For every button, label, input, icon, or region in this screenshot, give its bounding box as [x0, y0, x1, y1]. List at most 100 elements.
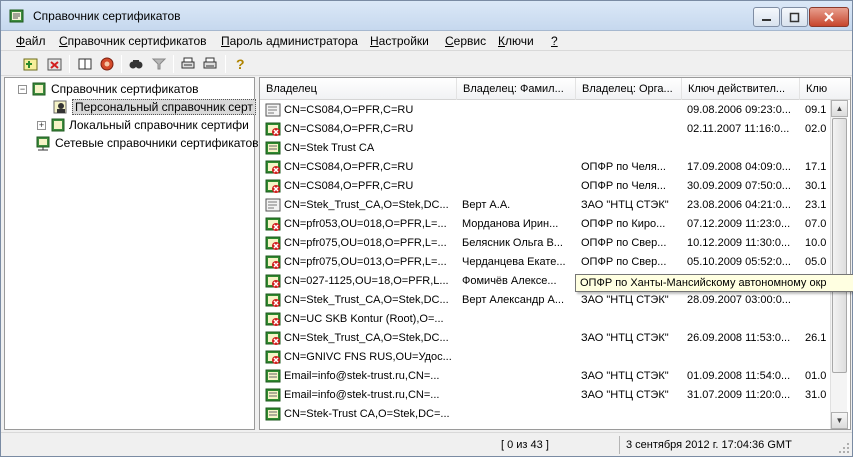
table-row[interactable]: CN=Stek_Trust_CA,O=Stek,DC... Верт Алекса…: [260, 291, 830, 310]
seal-button[interactable]: [97, 55, 117, 73]
column-key[interactable]: Клю: [800, 78, 850, 100]
book-button[interactable]: [75, 55, 95, 73]
cell-extra: 26.1: [805, 332, 827, 344]
print-list-icon: [203, 57, 217, 69]
cell-owner: CN=GNIVC FNS RUS,OU=Удос...: [284, 351, 452, 363]
tree-item-local[interactable]: + Локальный справочник сертифи: [37, 116, 249, 134]
maximize-button[interactable]: [781, 7, 808, 27]
print-button[interactable]: [178, 55, 198, 73]
tree-label-root: Справочник сертификатов: [51, 82, 199, 96]
resize-grip-icon[interactable]: [838, 442, 850, 454]
cell-valid: 10.12.2009 11:30:0...: [687, 237, 791, 249]
title-bar: Справочник сертификатов: [1, 1, 852, 31]
find-button[interactable]: [126, 55, 146, 73]
table-row[interactable]: CN=pfr053,OU=018,O=PFR,L=... Морданова Ир…: [260, 215, 830, 234]
cell-owner: CN=027-1125,OU=18,O=PFR,L...: [284, 275, 449, 287]
cell-org: ОПФР по Челя...: [581, 180, 666, 192]
minimize-button[interactable]: [753, 7, 780, 27]
column-owner[interactable]: Владелец: [260, 78, 457, 100]
add-certificate-button[interactable]: [21, 55, 41, 73]
cell-owner: CN=Stek-Trust CA,O=Stek,DC=...: [284, 408, 450, 420]
maximize-icon: [789, 12, 800, 22]
table-row[interactable]: CN=CS084,O=PFR,C=RU 09.08.2006 09:23:0...…: [260, 101, 830, 120]
tree-label-local: Локальный справочник сертифи: [69, 118, 249, 132]
filter-button[interactable]: [149, 55, 169, 73]
tree-item-personal[interactable]: Персональный справочник серт: [53, 98, 256, 116]
table-row[interactable]: CN=Stek_Trust_CA,O=Stek,DC... ЗАО "НТЦ СТ…: [260, 329, 830, 348]
cell-surname: Белясник Ольга В...: [462, 237, 563, 249]
cell-owner: CN=CS084,O=PFR,C=RU: [284, 161, 414, 173]
menu-service[interactable]: Сервис: [445, 34, 486, 48]
cell-extra: 05.0: [805, 256, 827, 268]
table-row[interactable]: CN=GNIVC FNS RUS,OU=Удос...: [260, 348, 830, 367]
tree-label-personal: Персональный справочник серт: [72, 99, 256, 115]
print-icon: [181, 57, 195, 69]
table-row[interactable]: CN=Stek Trust CA: [260, 139, 830, 158]
app-icon: [9, 9, 24, 23]
cell-org: ЗАО "НТЦ СТЭК": [581, 332, 669, 344]
cell-extra: 07.0: [805, 218, 827, 230]
cell-valid: 05.10.2009 05:52:0...: [687, 256, 791, 268]
menu-help[interactable]: ?: [551, 34, 558, 48]
cell-surname: Черданцева Екате...: [462, 256, 566, 268]
menu-admin-password[interactable]: Пароль администратора: [221, 34, 358, 48]
cell-extra: 17.1: [805, 161, 827, 173]
scroll-down-button[interactable]: ▼: [831, 412, 848, 429]
table-row[interactable]: CN=CS084,O=PFR,C=RU ОПФР по Челя... 17.09.…: [260, 158, 830, 177]
delete-certificate-button[interactable]: [45, 55, 65, 73]
menu-bar: Файл Справочник сертификатов Пароль адми…: [1, 31, 852, 51]
cell-surname: Фомичёв Алексе...: [462, 275, 557, 287]
menu-certificate-directory[interactable]: Справочник сертификатов: [59, 34, 207, 48]
certificate-icon: [265, 198, 281, 212]
local-directory-icon: [51, 118, 65, 132]
column-surname[interactable]: Владелец: Фамил...: [457, 78, 576, 100]
cell-org: ОПФР по Свер...: [581, 256, 667, 268]
table-row[interactable]: CN=pfr075,OU=018,O=PFR,L=... Белясник Оль…: [260, 234, 830, 253]
network-directory-icon: [36, 136, 50, 151]
cell-org: ЗАО "НТЦ СТЭК": [581, 370, 669, 382]
table-row[interactable]: Email=info@stek-trust.ru,CN=... ЗАО "НТЦ …: [260, 367, 830, 386]
cell-org: ОПФР по Челя...: [581, 161, 666, 173]
table-row[interactable]: CN=Stek-Trust CA,O=Stek,DC=...: [260, 405, 830, 424]
vertical-scrollbar[interactable]: ▲ ▼: [830, 100, 848, 429]
cell-owner: CN=CS084,O=PFR,C=RU: [284, 180, 414, 192]
cell-valid: 07.12.2009 11:23:0...: [687, 218, 791, 230]
cell-org: ЗАО "НТЦ СТЭК": [581, 294, 669, 306]
cell-org: ОПФР по Киро...: [581, 218, 666, 230]
column-key-valid[interactable]: Ключ действител...: [682, 78, 800, 100]
book-icon: [78, 58, 92, 70]
main-window: Справочник сертификатов Файл Справочник …: [0, 0, 853, 457]
personal-directory-icon: [53, 100, 67, 114]
revoked-certificate-icon: [265, 217, 281, 231]
print-list-button[interactable]: [200, 55, 220, 73]
close-button[interactable]: [809, 7, 849, 27]
cell-extra: 01.0: [805, 370, 827, 382]
toolbar: ?: [1, 52, 852, 76]
cell-org: ОПФР по Свер...: [581, 237, 667, 249]
scroll-thumb[interactable]: [832, 118, 847, 373]
cell-valid: 17.09.2008 04:09:0...: [687, 161, 791, 173]
collapse-toggle[interactable]: −: [18, 84, 27, 94]
scroll-up-button[interactable]: ▲: [831, 100, 848, 117]
column-organization[interactable]: Владелец: Орга...: [576, 78, 682, 100]
tree-item-network[interactable]: Сетевые справочники сертификатов: [35, 134, 259, 152]
cell-owner: CN=CS084,O=PFR,C=RU: [284, 104, 414, 116]
valid-certificate-icon: [265, 407, 281, 421]
table-row[interactable]: CN=pfr075,OU=013,O=PFR,L=... Черданцева Е…: [260, 253, 830, 272]
table-row[interactable]: CN=CS084,O=PFR,C=RU 02.11.2007 11:16:0...…: [260, 120, 830, 139]
help-button[interactable]: ?: [230, 55, 250, 73]
revoked-certificate-icon: [265, 122, 281, 136]
table-row[interactable]: CN=CS084,O=PFR,C=RU ОПФР по Челя... 30.09.…: [260, 177, 830, 196]
menu-file[interactable]: Файл: [16, 34, 46, 48]
table-row[interactable]: CN=UC SKB Kontur (Root),O=...: [260, 310, 830, 329]
cell-valid: 01.09.2008 11:54:0...: [687, 370, 791, 382]
menu-settings[interactable]: Настройки: [370, 34, 429, 48]
menu-keys[interactable]: Ключи: [498, 34, 534, 48]
table-row[interactable]: CN=Stek_Trust_CA,O=Stek,DC... Верт А.А. ЗА…: [260, 196, 830, 215]
expand-toggle[interactable]: +: [37, 120, 46, 130]
tree-item-root[interactable]: − Справочник сертификатов: [18, 80, 199, 98]
table-row[interactable]: Email=info@stek-trust.ru,CN=... ЗАО "НТЦ …: [260, 386, 830, 405]
cell-extra: 31.0: [805, 389, 827, 401]
cell-owner: Email=info@stek-trust.ru,CN=...: [284, 370, 440, 382]
list-body: CN=CS084,O=PFR,C=RU 09.08.2006 09:23:0...…: [260, 101, 830, 429]
